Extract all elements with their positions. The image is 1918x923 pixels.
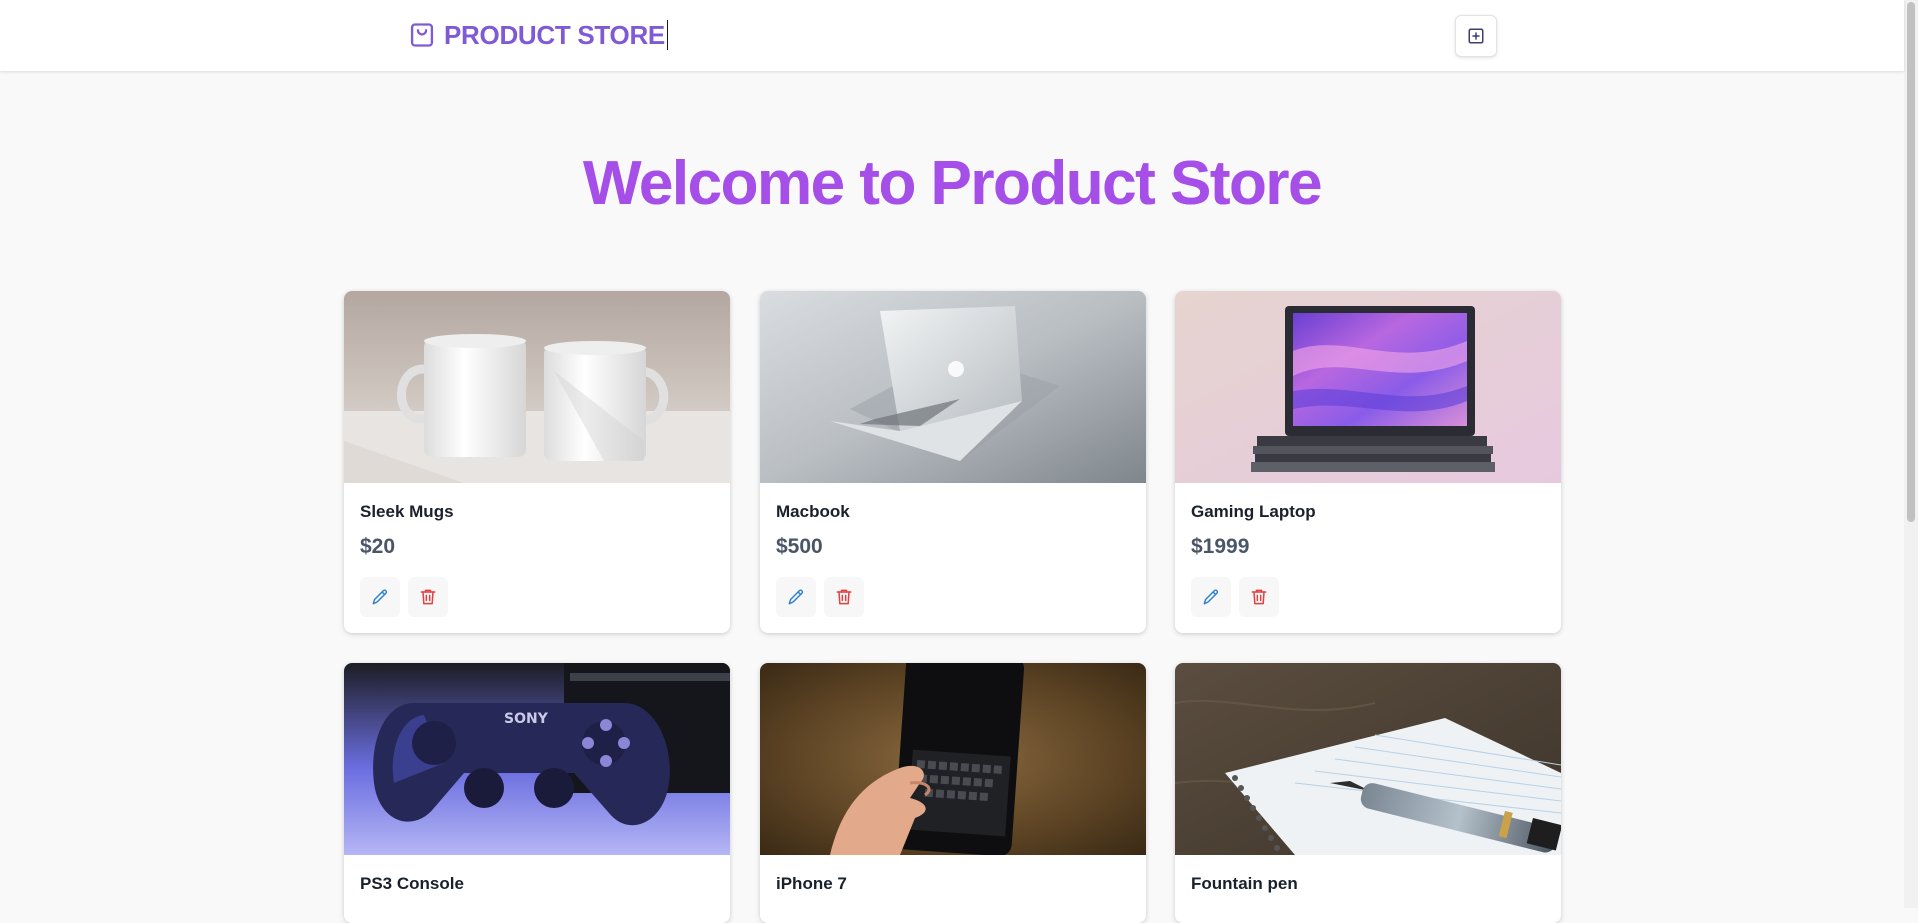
pencil-icon (372, 589, 388, 605)
shopping-bag-icon (410, 23, 434, 47)
svg-text:SONY: SONY (504, 711, 549, 727)
edit-button[interactable] (776, 577, 816, 617)
scrollbar-thumb[interactable] (1907, 2, 1915, 522)
product-card: SONY PS3 Console (344, 663, 730, 923)
edit-button[interactable] (360, 577, 400, 617)
product-price: $20 (360, 535, 396, 558)
product-actions (776, 577, 864, 617)
product-name: Sleek Mugs (360, 502, 454, 521)
product-name: Macbook (776, 502, 850, 521)
product-price: $1999 (1191, 535, 1250, 558)
edit-button[interactable] (1191, 577, 1231, 617)
product-image (344, 291, 730, 483)
navbar: PRODUCT STORE (0, 0, 1904, 71)
plus-square-icon (1468, 28, 1484, 44)
product-actions (360, 577, 448, 617)
text-cursor (666, 20, 669, 50)
brand-label: PRODUCT STORE (444, 19, 665, 50)
product-card: Fountain pen (1175, 663, 1561, 923)
pencil-icon (788, 589, 804, 605)
product-card: Gaming Laptop $1999 (1175, 291, 1561, 633)
product-name: PS3 Console (360, 874, 464, 893)
create-product-button[interactable] (1455, 15, 1497, 57)
product-image (760, 663, 1146, 855)
delete-button[interactable] (824, 577, 864, 617)
product-card: Sleek Mugs $20 (344, 291, 730, 633)
product-card: Macbook $500 (760, 291, 1146, 633)
brand-link[interactable]: PRODUCT STORE (408, 17, 669, 53)
pencil-icon (1203, 589, 1219, 605)
trash-icon (1251, 589, 1267, 605)
page-title: Welcome to Product Store (0, 148, 1904, 219)
product-card: iPhone 7 (760, 663, 1146, 923)
product-image (760, 291, 1146, 483)
trash-icon (836, 589, 852, 605)
product-name: iPhone 7 (776, 874, 847, 893)
product-image: SONY (344, 663, 730, 855)
product-image (1175, 663, 1561, 855)
delete-button[interactable] (1239, 577, 1279, 617)
product-name: Gaming Laptop (1191, 502, 1316, 521)
product-price: $500 (776, 535, 823, 558)
trash-icon (420, 589, 436, 605)
page-scrollbar[interactable] (1904, 0, 1918, 908)
product-image (1175, 291, 1561, 483)
product-actions (1191, 577, 1279, 617)
product-name: Fountain pen (1191, 874, 1298, 893)
delete-button[interactable] (408, 577, 448, 617)
